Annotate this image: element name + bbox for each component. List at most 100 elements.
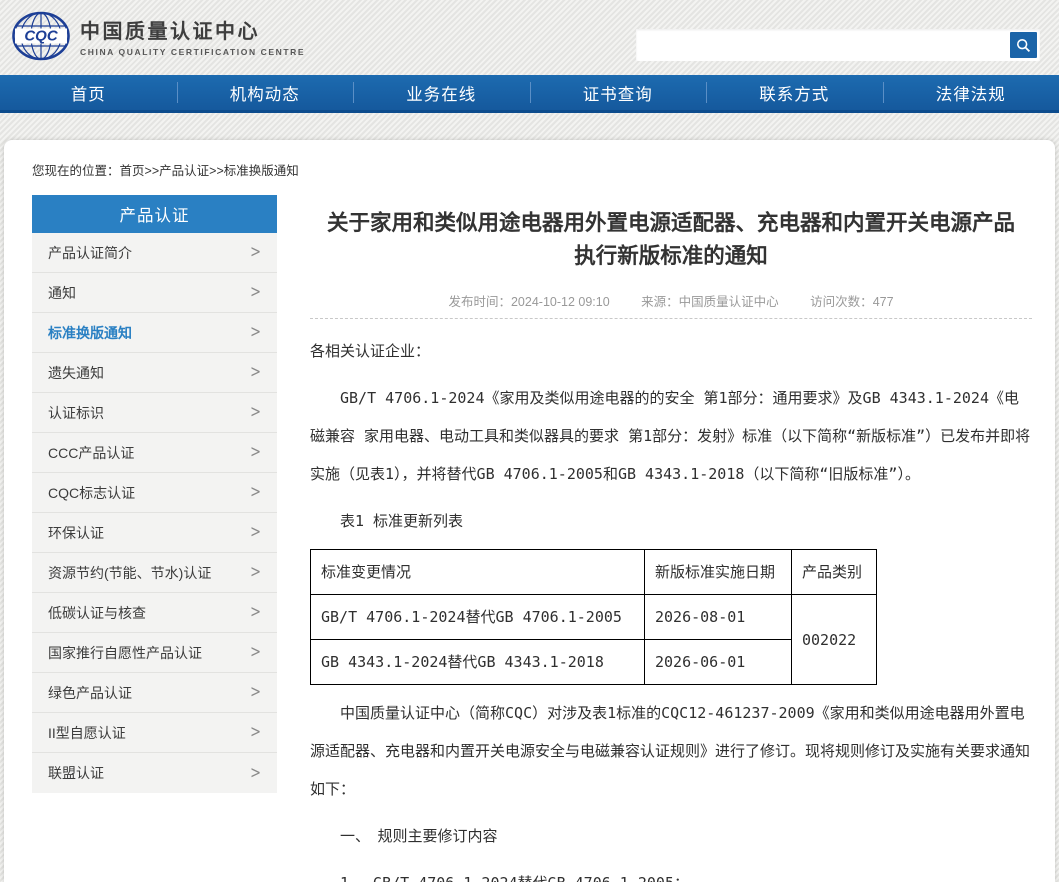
article: 关于家用和类似用途电器用外置电源适配器、充电器和内置开关电源产品 执行新版标准的… <box>310 195 1032 882</box>
cell-standard-change-1: GB/T 4706.1-2024替代GB 4706.1-2005 <box>311 595 645 640</box>
sidebar-item-label: 资源节约(节能、节水)认证 <box>48 563 250 583</box>
standards-update-table: 标准变更情况 新版标准实施日期 产品类别 GB/T 4706.1-2024替代G… <box>310 549 877 685</box>
breadcrumb-current[interactable]: 标准换版通知 <box>224 164 299 178</box>
sidebar-item-label: 联盟认证 <box>48 763 250 783</box>
chevron-right-icon: > <box>250 563 261 583</box>
source-label: 来源： <box>641 295 679 309</box>
main-nav: 首页 机构动态 业务在线 证书查询 联系方式 法律法规 <box>0 75 1059 113</box>
breadcrumb-product-cert[interactable]: 产品认证 <box>159 164 209 178</box>
sidebar-title: 产品认证 <box>32 195 277 233</box>
search-button[interactable] <box>1010 32 1037 58</box>
nav-item-certquery[interactable]: 证书查询 <box>530 75 707 110</box>
visit-count: 访问次数：477 <box>810 295 893 309</box>
publish-time-value: 2024-10-12 09:10 <box>511 295 610 309</box>
table-caption: 表1 标准更新列表 <box>310 502 1032 540</box>
chevron-right-icon: > <box>250 763 261 783</box>
breadcrumb-label: 您现在的位置： <box>32 164 120 178</box>
nav-item-news[interactable]: 机构动态 <box>177 75 354 110</box>
visit-count-label: 访问次数： <box>810 295 873 309</box>
publish-time: 发布时间：2024-10-12 09:10 <box>448 295 609 309</box>
article-meta: 发布时间：2024-10-12 09:10 来源：中国质量认证中心 访问次数：4… <box>310 293 1032 319</box>
sidebar-item-label: 国家推行自愿性产品认证 <box>48 643 250 663</box>
sidebar-item-cert-mark[interactable]: 认证标识 > <box>32 393 277 433</box>
list-item-1: 1. GB/T 4706.1-2024替代GB 4706.1-2005； <box>310 864 1032 882</box>
chevron-right-icon: > <box>250 443 261 463</box>
chevron-right-icon: > <box>250 603 261 623</box>
th-product-category: 产品类别 <box>792 550 877 595</box>
sidebar-item-national-voluntary[interactable]: 国家推行自愿性产品认证 > <box>32 633 277 673</box>
sidebar-item-standard-change-notice[interactable]: 标准换版通知 > <box>32 313 277 353</box>
cqc-globe-logo-icon: CQC <box>12 9 70 63</box>
logo-monogram: CQC <box>24 28 59 45</box>
visit-count-value: 477 <box>873 295 894 309</box>
nav-item-home[interactable]: 首页 <box>0 75 177 110</box>
sidebar-item-resource-saving[interactable]: 资源节约(节能、节水)认证 > <box>32 553 277 593</box>
breadcrumb-separator: >> <box>145 164 160 178</box>
chevron-right-icon: > <box>250 323 261 343</box>
paragraph-1: GB/T 4706.1-2024《家用及类似用途电器的的安全 第1部分：通用要求… <box>310 379 1032 493</box>
sidebar-item-ccc[interactable]: CCC产品认证 > <box>32 433 277 473</box>
article-title: 关于家用和类似用途电器用外置电源适配器、充电器和内置开关电源产品 执行新版标准的… <box>310 207 1032 273</box>
th-standard-change: 标准变更情况 <box>311 550 645 595</box>
cell-date-1: 2026-08-01 <box>645 595 792 640</box>
sidebar-item-notice[interactable]: 通知 > <box>32 273 277 313</box>
sidebar-item-green-product[interactable]: 绿色产品认证 > <box>32 673 277 713</box>
article-body: 各相关认证企业： GB/T 4706.1-2024《家用及类似用途电器的的安全 … <box>310 332 1032 882</box>
chevron-right-icon: > <box>250 283 261 303</box>
sidebar-item-label: CQC标志认证 <box>48 483 250 503</box>
sidebar-item-label: 认证标识 <box>48 403 250 423</box>
sidebar-item-cqc-mark[interactable]: CQC标志认证 > <box>32 473 277 513</box>
sidebar: 产品认证 产品认证简介 > 通知 > 标准换版通知 > 遗失通知 > 认证标识 … <box>32 195 277 793</box>
breadcrumb-home[interactable]: 首页 <box>120 164 145 178</box>
sidebar-item-label: 产品认证简介 <box>48 243 250 263</box>
breadcrumb: 您现在的位置：首页>>产品认证>>标准换版通知 <box>32 160 299 179</box>
site-header: CQC 中国质量认证中心 CHINA QUALITY CERTIFICATION… <box>0 0 1059 75</box>
source: 来源：中国质量认证中心 <box>641 295 779 309</box>
sidebar-item-label: 标准换版通知 <box>48 323 250 343</box>
page: CQC 中国质量认证中心 CHINA QUALITY CERTIFICATION… <box>0 0 1059 882</box>
sidebar-item-intro[interactable]: 产品认证简介 > <box>32 233 277 273</box>
sidebar-item-label: 低碳认证与核查 <box>48 603 250 623</box>
sidebar-item-label: II型自愿认证 <box>48 723 250 743</box>
nav-item-online[interactable]: 业务在线 <box>353 75 530 110</box>
cell-date-2: 2026-06-01 <box>645 640 792 685</box>
sidebar-item-alliance[interactable]: 联盟认证 > <box>32 753 277 793</box>
search-icon <box>1016 38 1031 53</box>
chevron-right-icon: > <box>250 523 261 543</box>
sidebar-item-label: 环保认证 <box>48 523 250 543</box>
salutation: 各相关认证企业： <box>310 332 1032 370</box>
breadcrumb-separator: >> <box>209 164 224 178</box>
cell-standard-change-2: GB 4343.1-2024替代GB 4343.1-2018 <box>311 640 645 685</box>
table-row: GB/T 4706.1-2024替代GB 4706.1-2005 2026-08… <box>311 595 877 640</box>
nav-item-laws[interactable]: 法律法规 <box>883 75 1059 110</box>
logo-title-en: CHINA QUALITY CERTIFICATION CENTRE <box>80 47 305 57</box>
chevron-right-icon: > <box>250 483 261 503</box>
th-implementation-date: 新版标准实施日期 <box>645 550 792 595</box>
sidebar-item-loss-notice[interactable]: 遗失通知 > <box>32 353 277 393</box>
sidebar-item-label: CCC产品认证 <box>48 443 250 463</box>
source-value: 中国质量认证中心 <box>679 295 779 309</box>
search-input[interactable] <box>636 29 1006 61</box>
sidebar-item-label: 绿色产品认证 <box>48 683 250 703</box>
sidebar-item-label: 遗失通知 <box>48 363 250 383</box>
content-panel: 您现在的位置：首页>>产品认证>>标准换版通知 产品认证 产品认证简介 > 通知… <box>4 140 1055 882</box>
chevron-right-icon: > <box>250 403 261 423</box>
sidebar-item-type2-voluntary[interactable]: II型自愿认证 > <box>32 713 277 753</box>
paragraph-2: 中国质量认证中心（简称CQC）对涉及表1标准的CQC12-461237-2009… <box>310 694 1032 808</box>
sidebar-item-environment[interactable]: 环保认证 > <box>32 513 277 553</box>
site-logo[interactable]: CQC 中国质量认证中心 CHINA QUALITY CERTIFICATION… <box>12 9 305 63</box>
chevron-right-icon: > <box>250 723 261 743</box>
chevron-right-icon: > <box>250 363 261 383</box>
chevron-right-icon: > <box>250 683 261 703</box>
nav-item-contact[interactable]: 联系方式 <box>706 75 883 110</box>
table-header-row: 标准变更情况 新版标准实施日期 产品类别 <box>311 550 877 595</box>
search-bar <box>636 29 1040 61</box>
chevron-right-icon: > <box>250 643 261 663</box>
cell-product-category: 002022 <box>792 595 877 685</box>
logo-title-cn: 中国质量认证中心 <box>80 15 305 44</box>
sidebar-item-label: 通知 <box>48 283 250 303</box>
sidebar-item-low-carbon[interactable]: 低碳认证与核查 > <box>32 593 277 633</box>
article-title-line1: 关于家用和类似用途电器用外置电源适配器、充电器和内置开关电源产品 <box>310 207 1032 240</box>
chevron-right-icon: > <box>250 243 261 263</box>
article-title-line2: 执行新版标准的通知 <box>310 240 1032 273</box>
